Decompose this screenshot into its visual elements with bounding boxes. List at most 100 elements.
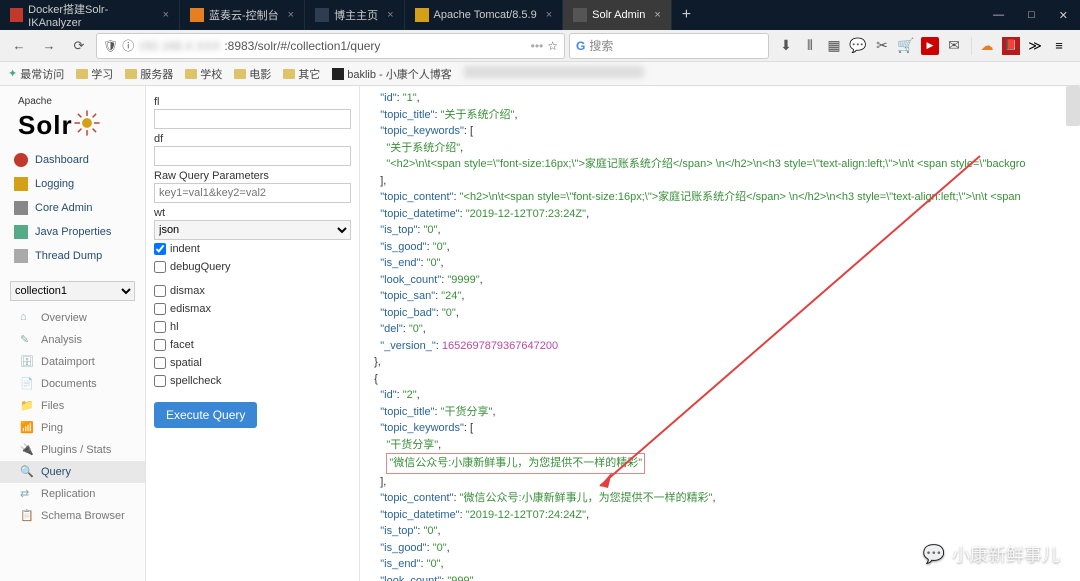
checkbox-dismax[interactable] <box>154 285 166 297</box>
qr-icon[interactable]: ▦ <box>825 37 843 55</box>
replication-icon: ⇄ <box>20 487 34 501</box>
close-icon[interactable]: × <box>654 9 660 21</box>
cart-icon[interactable]: 🛒 <box>897 37 915 55</box>
download-icon[interactable]: ⬇ <box>777 37 795 55</box>
url-bar[interactable]: 🛡 ⓘ 192.168.X.XXX :8983/solr/#/collectio… <box>96 33 565 59</box>
close-icon[interactable]: × <box>387 9 393 21</box>
schema-icon: 📋 <box>20 509 34 523</box>
sidebar-logging[interactable]: Logging <box>0 172 145 196</box>
tab-2[interactable]: 蓝奏云-控制台× <box>180 0 305 30</box>
bm-baklib[interactable]: baklib - 小康个人博客 <box>332 66 452 82</box>
check-spellcheck[interactable]: spellcheck <box>154 372 351 390</box>
check-label: indent <box>170 243 200 255</box>
search-bar[interactable]: G 搜索 <box>569 33 769 59</box>
bm-study[interactable]: 学习 <box>76 66 113 82</box>
tomcat-icon <box>415 8 429 22</box>
sidebar-dashboard[interactable]: Dashboard <box>0 148 145 172</box>
check-facet[interactable]: facet <box>154 336 351 354</box>
analysis-icon: ✎ <box>20 333 34 347</box>
sidebar-ping[interactable]: 📶Ping <box>0 417 145 439</box>
library-icon[interactable]: ⫴ <box>801 37 819 55</box>
back-button[interactable]: ← <box>6 34 32 58</box>
fl-label: fl <box>154 96 351 108</box>
check-indent[interactable]: indent <box>154 240 351 258</box>
execute-query-button[interactable]: Execute Query <box>154 402 257 428</box>
baklib-icon <box>332 68 344 80</box>
forward-button[interactable]: → <box>36 34 62 58</box>
sidebar-java-props[interactable]: Java Properties <box>0 220 145 244</box>
folder-icon <box>185 69 197 79</box>
pdf-icon[interactable]: 📕 <box>1002 37 1020 55</box>
screenshot-icon[interactable]: ✂ <box>873 37 891 55</box>
sb-label: Replication <box>41 488 95 500</box>
fl-input[interactable] <box>154 109 351 129</box>
cloud-icon[interactable]: ☁ <box>978 37 996 55</box>
tab-1[interactable]: Docker搭建Solr-IKAnalyzer× <box>0 0 180 30</box>
tab-4-label: Apache Tomcat/8.5.9 <box>434 9 537 21</box>
checkbox-spellcheck[interactable] <box>154 375 166 387</box>
sidebar-files[interactable]: 📁Files <box>0 395 145 417</box>
sidebar-overview[interactable]: ⌂Overview <box>0 307 145 329</box>
sb-label: Overview <box>41 312 87 324</box>
bm-other[interactable]: 其它 <box>283 66 320 82</box>
more-icon[interactable]: ≫ <box>1026 37 1044 55</box>
sidebar-analysis[interactable]: ✎Analysis <box>0 329 145 351</box>
df-label: df <box>154 133 351 145</box>
bm-blurred <box>464 66 1072 81</box>
sidebar-thread-dump[interactable]: Thread Dump <box>0 244 145 268</box>
close-icon[interactable]: × <box>288 9 294 21</box>
sb-label: Query <box>41 466 71 478</box>
youtube-icon[interactable]: ▶ <box>921 37 939 55</box>
core-selector[interactable]: collection1 <box>10 280 135 301</box>
check-hl[interactable]: hl <box>154 318 351 336</box>
sidebar-query[interactable]: 🔍Query <box>0 461 145 483</box>
maximize-button[interactable]: □ <box>1016 9 1047 21</box>
checkbox-debugQuery[interactable] <box>154 261 166 273</box>
new-tab-button[interactable]: + <box>672 0 701 30</box>
sidebar-core-admin[interactable]: Core Admin <box>0 196 145 220</box>
tab-4[interactable]: Apache Tomcat/8.5.9 × <box>405 0 564 30</box>
sidebar-documents[interactable]: 📄Documents <box>0 373 145 395</box>
sidebar-plugins[interactable]: 🔌Plugins / Stats <box>0 439 145 461</box>
sb-label: Plugins / Stats <box>41 444 111 456</box>
minimize-button[interactable]: — <box>981 9 1016 21</box>
check-dismax[interactable]: dismax <box>154 282 351 300</box>
checkbox-hl[interactable] <box>154 321 166 333</box>
mail-icon[interactable]: ✉ <box>945 37 963 55</box>
check-label: facet <box>170 339 194 351</box>
check-debugQuery[interactable]: debugQuery <box>154 258 351 276</box>
bm-movie[interactable]: 电影 <box>234 66 271 82</box>
tab-3[interactable]: 博主主页× <box>305 0 404 30</box>
checkbox-indent[interactable] <box>154 243 166 255</box>
core-select-input[interactable]: collection1 <box>10 281 135 301</box>
bookmark-star-icon[interactable]: ☆ <box>547 39 558 53</box>
shield-icon[interactable]: 🛡 <box>103 39 118 53</box>
highlighted-result: "微信公众号:小康新鲜事儿，为您提供不一样的精彩" <box>386 453 645 474</box>
chat-icon[interactable]: 💬 <box>849 37 867 55</box>
menu-icon[interactable]: ≡ <box>1050 37 1068 55</box>
url-dots-icon[interactable]: ••• <box>531 39 544 53</box>
close-icon[interactable]: × <box>163 9 169 21</box>
info-icon[interactable]: ⓘ <box>122 37 134 54</box>
bm-most-visited[interactable]: ✦最常访问 <box>8 66 64 82</box>
checkbox-edismax[interactable] <box>154 303 166 315</box>
sun-icon <box>73 109 101 137</box>
checkbox-spatial[interactable] <box>154 357 166 369</box>
sidebar-dataimport[interactable]: 🗄Dataimport <box>0 351 145 373</box>
close-icon[interactable]: × <box>546 9 552 21</box>
bm-server[interactable]: 服务器 <box>125 66 173 82</box>
bm-school[interactable]: 学校 <box>185 66 222 82</box>
check-edismax[interactable]: edismax <box>154 300 351 318</box>
scrollbar[interactable] <box>1066 86 1080 126</box>
sidebar-replication[interactable]: ⇄ Replication <box>0 483 145 505</box>
solr-icon <box>573 8 587 22</box>
close-button[interactable]: ✕ <box>1047 9 1080 22</box>
wt-select[interactable]: json <box>154 220 351 240</box>
reload-button[interactable]: ⟳ <box>66 34 92 58</box>
sidebar-schema[interactable]: 📋Schema Browser <box>0 505 145 527</box>
tab-5[interactable]: Solr Admin× <box>563 0 672 30</box>
check-spatial[interactable]: spatial <box>154 354 351 372</box>
checkbox-facet[interactable] <box>154 339 166 351</box>
df-input[interactable] <box>154 146 351 166</box>
raw-input[interactable] <box>154 183 351 203</box>
